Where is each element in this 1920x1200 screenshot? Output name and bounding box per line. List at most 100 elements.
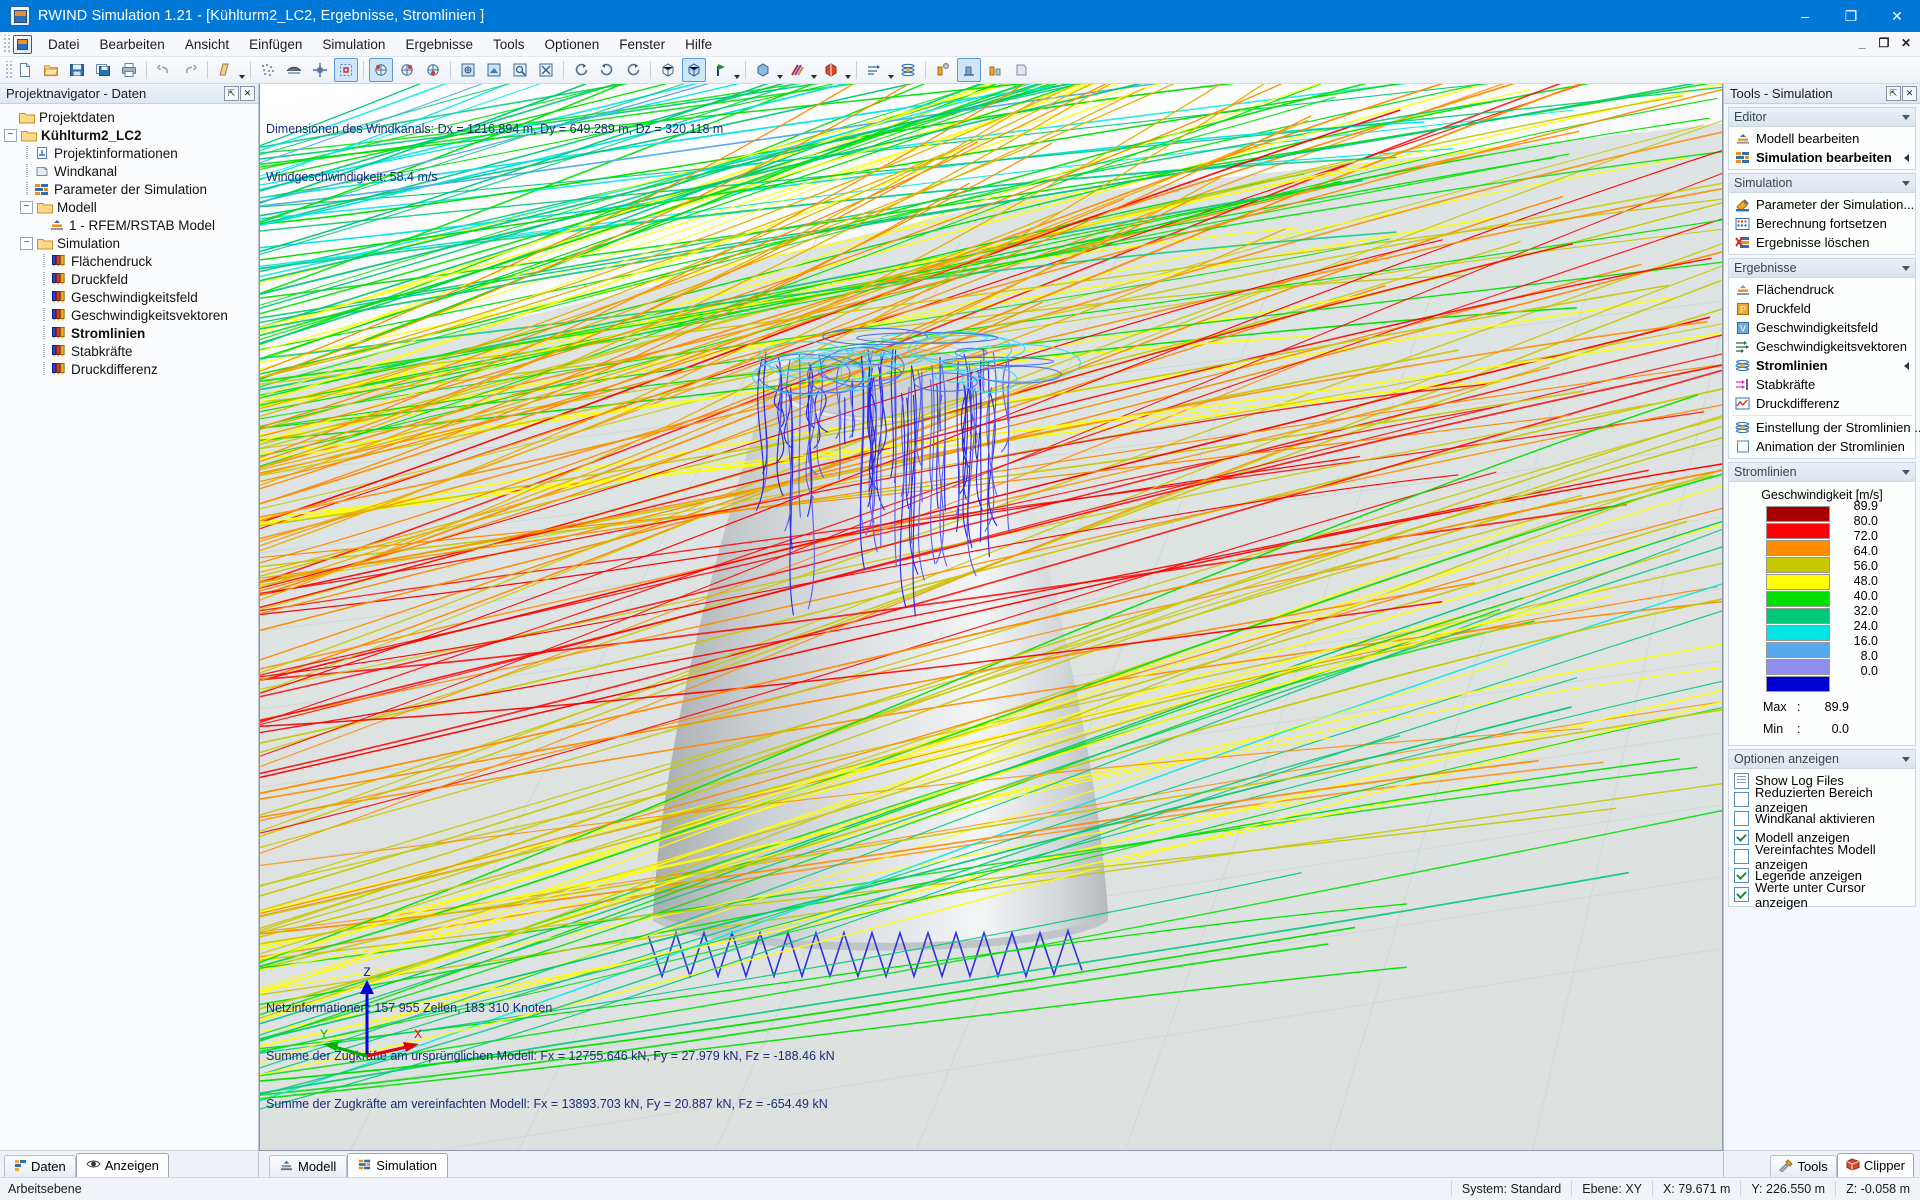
close-icon[interactable]: ✕ [240,86,255,101]
action-ergebnisse-loeschen[interactable]: Ergebnisse löschen [1729,233,1915,252]
expander-icon[interactable]: − [20,236,33,250]
close-icon[interactable]: ✕ [1902,86,1917,101]
result-geschwindigkeitsfeld[interactable]: V Geschwindigkeitsfeld [1729,318,1915,337]
action-parameter-der-simulation[interactable]: Parameter der Simulation... [1729,195,1915,214]
tree-item-projektinformationen[interactable]: Projektinformationen [4,144,258,162]
result-stromlinien[interactable]: Stromlinien [1729,356,1915,375]
maximize-button[interactable]: ❐ [1828,0,1874,32]
3d-viewport[interactable]: Dimensionen des Windkanals: Dx = 1216.89… [259,84,1723,1151]
pin-icon[interactable]: ⇱ [1886,86,1901,101]
tree-item-windkanal[interactable]: Windkanal [4,162,258,180]
result-druckdifferenz[interactable]: Druckdifferenz [1729,394,1915,413]
checkbox[interactable] [1734,830,1749,845]
render-mode-dropdown-caret[interactable] [238,57,246,83]
tree-item-kuehlturm2-lc2[interactable]: − Kühlturm2_LC2 [4,126,258,144]
result-stabkraefte[interactable]: Stabkräfte [1729,375,1915,394]
redo-icon[interactable] [178,58,202,82]
solid-view-icon[interactable] [682,58,706,82]
close-button[interactable]: ✕ [1874,0,1920,32]
zoom-window-icon[interactable] [508,58,532,82]
direction-arrow-icon[interactable] [708,58,732,82]
menu-item-einfuegen[interactable]: Einfügen [239,35,312,54]
menu-item-ergebnisse[interactable]: Ergebnisse [395,35,483,54]
save-icon[interactable] [65,58,89,82]
view-iso-icon[interactable] [456,58,480,82]
group-ergebnisse-header[interactable]: Ergebnisse [1729,259,1915,278]
rotate-left-icon[interactable] [595,58,619,82]
menu-item-tools[interactable]: Tools [483,35,535,54]
tree-item-parameter-der-simulation[interactable]: Parameter der Simulation [4,180,258,198]
status-system[interactable]: System: Standard [1450,1181,1571,1197]
menu-item-bearbeiten[interactable]: Bearbeiten [90,35,175,54]
direction-dropdown-caret[interactable] [733,57,741,83]
render-mode-icon[interactable] [213,58,237,82]
toolbar-grip-handle[interactable] [4,61,12,79]
tree-item-projektdaten[interactable]: Projektdaten [4,108,258,126]
color-scale-dropdown-caret[interactable] [810,57,818,83]
pressure-icon[interactable] [1009,58,1033,82]
selection-box-icon[interactable] [334,58,358,82]
mesh-display-icon[interactable] [256,58,280,82]
streamline-icon[interactable] [896,58,920,82]
pan-icon[interactable] [569,58,593,82]
action-modell-bearbeiten[interactable]: Modell bearbeiten [1729,129,1915,148]
tree-item-rfem-rstab-model[interactable]: 1 - RFEM/RSTAB Model [4,216,258,234]
tree-item-geschwindigkeitsfeld[interactable]: Geschwindigkeitsfeld [4,288,258,306]
open-folder-icon[interactable] [39,58,63,82]
action-animation-der-stromlinien[interactable]: Animation der Stromlinien [1729,437,1915,456]
tree-item-druckfeld[interactable]: Druckfeld [4,270,258,288]
view-model-icon[interactable] [369,58,393,82]
action-einstellung-der-stromlinien[interactable]: Einstellung der Stromlinien ... [1729,418,1920,437]
rotate-right-icon[interactable] [621,58,645,82]
result-2-icon[interactable] [957,58,981,82]
checkbox[interactable] [1734,868,1749,883]
pin-icon[interactable]: ⇱ [224,86,239,101]
new-document-icon[interactable] [13,58,37,82]
mdi-close-button[interactable]: ✕ [1896,34,1916,52]
tab-daten[interactable]: Daten [4,1155,76,1177]
option-reduzierten-bereich-anzeigen[interactable]: Reduzierten Bereich anzeigen [1729,785,1915,815]
tab-simulation[interactable]: Simulation [347,1153,448,1177]
action-simulation-bearbeiten[interactable]: Simulation bearbeiten [1729,148,1915,167]
status-plane[interactable]: Ebene: XY [1571,1181,1652,1197]
tree-item-simulation[interactable]: − Simulation [4,234,258,252]
menu-item-hilfe[interactable]: Hilfe [675,35,722,54]
wind-display-icon[interactable] [282,58,306,82]
action-berechnung-fortsetzen[interactable]: Berechnung fortsetzen [1729,214,1915,233]
tab-clipper[interactable]: Clipper [1836,1153,1914,1177]
result-3-icon[interactable] [983,58,1007,82]
menu-item-simulation[interactable]: Simulation [312,35,395,54]
group-simulation-header[interactable]: Simulation [1729,174,1915,193]
wireframe-icon[interactable] [656,58,680,82]
menu-grip-handle[interactable] [2,35,10,53]
box-view-icon[interactable] [751,58,775,82]
undo-icon[interactable] [152,58,176,82]
result-flaechendruck[interactable]: Flächendruck [1729,280,1915,299]
checkbox[interactable] [1734,811,1749,826]
vector-field-icon[interactable] [862,58,886,82]
box-view-dropdown-caret[interactable] [776,57,784,83]
legend-group-header[interactable]: Stromlinien [1729,463,1915,482]
view-model-3-icon[interactable] [421,58,445,82]
mdi-restore-button[interactable]: ❐ [1874,34,1894,52]
tree-item-modell[interactable]: − Modell [4,198,258,216]
color-scale-icon[interactable] [785,58,809,82]
app-menu-icon[interactable] [13,34,32,54]
view-model-2-icon[interactable] [395,58,419,82]
menu-item-optionen[interactable]: Optionen [535,35,610,54]
menu-item-fenster[interactable]: Fenster [609,35,675,54]
result-geschwindigkeitsvektoren[interactable]: Geschwindigkeitsvektoren [1729,337,1915,356]
options-group-header[interactable]: Optionen anzeigen [1729,750,1915,769]
tree-item-druckdifferenz[interactable]: Druckdifferenz [4,360,258,378]
tab-tools[interactable]: Tools [1770,1155,1837,1177]
minimize-button[interactable]: – [1782,0,1828,32]
expander-icon[interactable]: − [4,128,17,142]
checkbox[interactable] [1734,849,1749,864]
tree-item-flaechendruck[interactable]: Flächendruck [4,252,258,270]
checkbox[interactable] [1734,887,1749,902]
tab-modell[interactable]: Modell [269,1155,348,1177]
menu-item-ansicht[interactable]: Ansicht [175,35,239,54]
clip-box-icon[interactable] [819,58,843,82]
view-front-icon[interactable] [482,58,506,82]
tree-item-stromlinien[interactable]: Stromlinien [4,324,258,342]
